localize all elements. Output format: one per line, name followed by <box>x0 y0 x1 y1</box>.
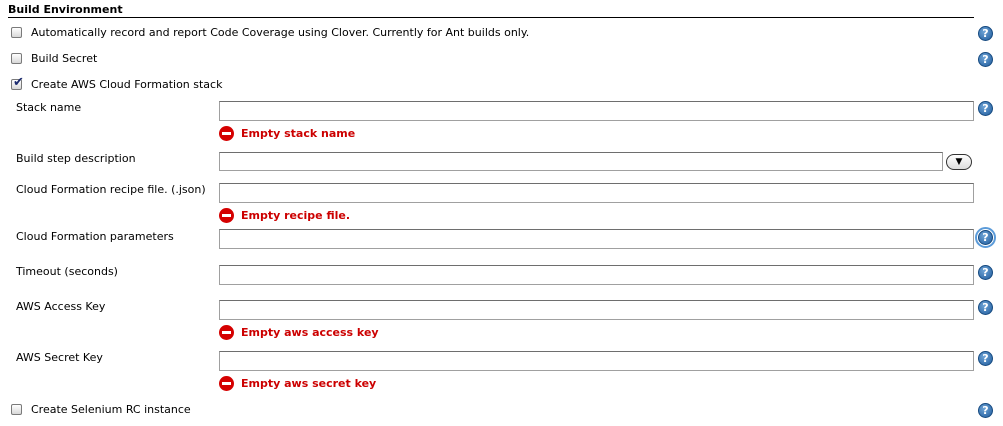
access-key-input[interactable] <box>219 300 974 320</box>
build-secret-checkbox[interactable] <box>11 53 22 64</box>
access-key-error: Empty aws access key <box>241 326 379 339</box>
build-step-description-label: Build step description <box>16 152 136 165</box>
checkmark-icon: ✔ <box>13 75 24 90</box>
access-key-label: AWS Access Key <box>16 300 106 313</box>
access-key-help-icon[interactable]: ? <box>978 300 993 315</box>
stack-name-help-icon[interactable]: ? <box>978 101 993 116</box>
parameters-label: Cloud Formation parameters <box>16 230 174 243</box>
secret-key-label: AWS Secret Key <box>16 351 103 364</box>
selenium-help-icon[interactable]: ? <box>978 403 993 418</box>
section-title-build-environment: Build Environment <box>8 3 974 18</box>
secret-key-input[interactable] <box>219 351 974 371</box>
error-icon <box>219 376 234 391</box>
secret-key-error: Empty aws secret key <box>241 377 377 390</box>
parameters-help-icon[interactable]: ? <box>975 227 996 248</box>
stack-name-input[interactable] <box>219 101 974 121</box>
recipe-file-input[interactable] <box>219 183 974 203</box>
parameters-input[interactable] <box>219 229 974 249</box>
clover-label: Automatically record and report Code Cov… <box>31 26 530 39</box>
selenium-checkbox[interactable] <box>11 404 22 415</box>
secret-key-help-icon[interactable]: ? <box>978 351 993 366</box>
timeout-input[interactable] <box>219 265 974 285</box>
recipe-file-error: Empty recipe file. <box>241 209 351 222</box>
aws-cloud-formation-label: Create AWS Cloud Formation stack <box>31 78 223 91</box>
timeout-label: Timeout (seconds) <box>16 265 118 278</box>
chevron-down-icon[interactable]: ▼ <box>946 154 972 170</box>
stack-name-label: Stack name <box>16 101 82 114</box>
error-icon <box>219 126 234 141</box>
clover-help-icon[interactable]: ? <box>978 26 993 41</box>
build-secret-help-icon[interactable]: ? <box>978 52 993 67</box>
stack-name-error: Empty stack name <box>241 127 356 140</box>
aws-cloud-formation-checkbox[interactable]: ✔ <box>11 75 24 90</box>
build-secret-label: Build Secret <box>31 52 98 65</box>
clover-checkbox[interactable] <box>11 27 22 38</box>
error-icon <box>219 325 234 340</box>
error-icon <box>219 208 234 223</box>
selenium-label: Create Selenium RC instance <box>31 403 191 416</box>
build-step-description-select[interactable] <box>219 152 943 171</box>
recipe-file-label: Cloud Formation recipe file. (.json) <box>16 183 206 196</box>
timeout-help-icon[interactable]: ? <box>978 265 993 280</box>
